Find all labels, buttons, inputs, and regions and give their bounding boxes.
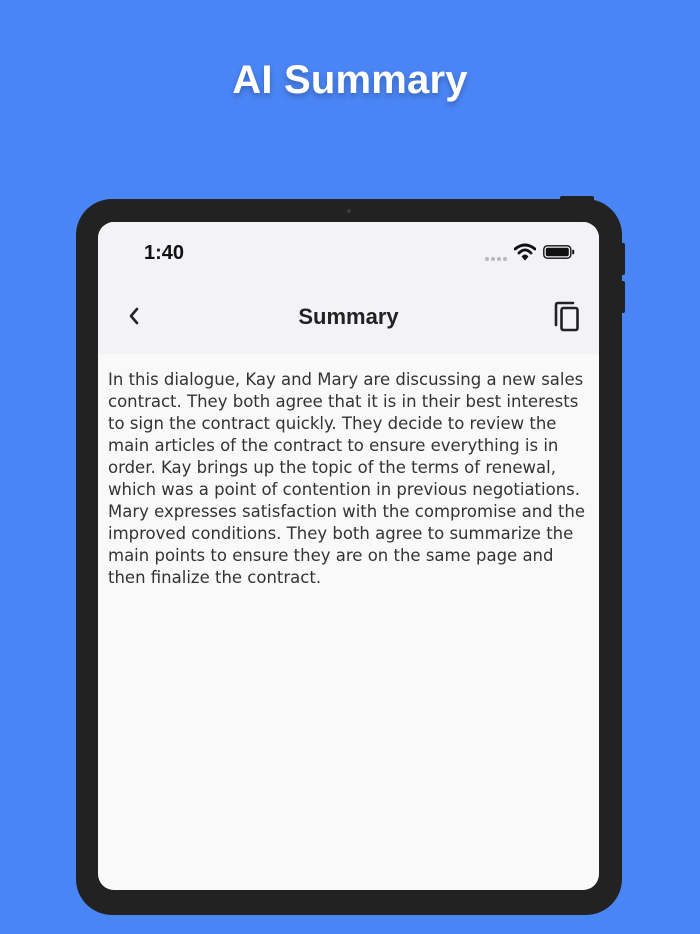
wifi-icon [514,243,536,261]
copy-button[interactable] [552,301,582,333]
volume-down-button [621,281,625,313]
page-title: Summary [298,304,399,329]
promo-title: AI Summary [232,58,468,102]
power-button [560,196,594,200]
summary-text: In this dialogue, Kay and Mary are discu… [108,370,586,587]
multitasking-dots-icon [485,257,507,261]
copy-icon [554,301,579,332]
status-time: 1:40 [144,242,185,264]
camera-dot [347,209,351,213]
app-screen: 1:40 Summary In this dialogue, Kay and M… [98,222,599,890]
volume-up-button [621,243,625,275]
battery-icon [543,245,575,259]
navigation-header: 1:40 Summary [98,222,599,354]
tablet-device: 1:40 Summary In this dialogue, Kay and M… [76,196,625,915]
